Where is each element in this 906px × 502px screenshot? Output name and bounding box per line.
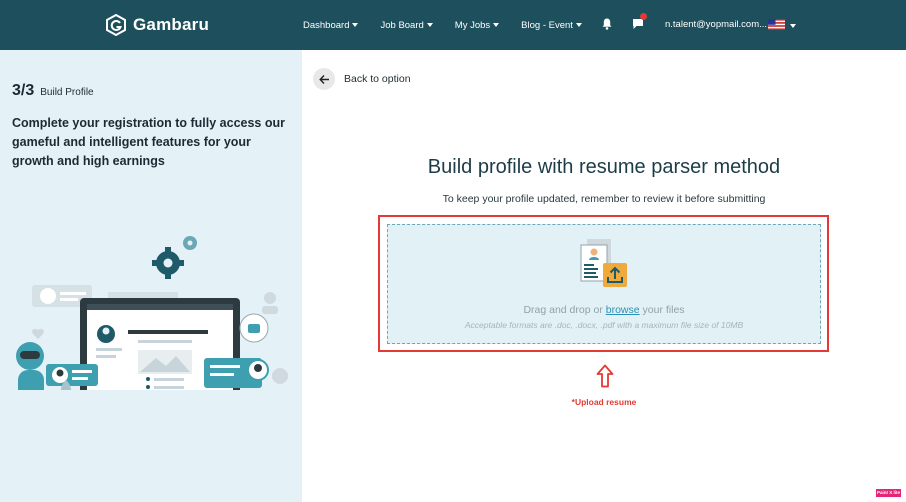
dropzone-text-before: Drag and drop or (523, 304, 606, 316)
step-label: Build Profile (40, 87, 94, 98)
notifications-button[interactable] (602, 17, 612, 35)
back-label: Back to option (344, 73, 411, 85)
nav-dashboard[interactable]: Dashboard (303, 19, 359, 31)
step-number: 3/3 (12, 82, 35, 99)
resume-dropzone[interactable]: Drag and drop or browse your files Accep… (387, 224, 821, 344)
corner-badge: Paint X lite (876, 489, 901, 497)
nav-blog-event-label: Blog - Event (521, 19, 573, 31)
language-caret-icon[interactable] (790, 24, 796, 28)
intro-text: Complete your registration to fully acce… (12, 116, 285, 168)
nav-blog-event[interactable]: Blog - Event (521, 20, 582, 31)
dropzone-text-after: your files (639, 304, 685, 316)
top-navbar: Gambaru Dashboard Job Board My Jobs Blog… (0, 0, 906, 50)
caret-down-icon (352, 23, 359, 27)
bell-icon (602, 18, 612, 30)
back-to-option-button[interactable]: Back to option (313, 68, 411, 90)
up-arrow-annotation-icon (596, 364, 614, 388)
step-indicator: 3/3 Build Profile (12, 82, 94, 100)
us-flag-icon[interactable] (768, 19, 785, 30)
messages-button[interactable] (632, 13, 647, 35)
nav-job-board[interactable]: Job Board (380, 19, 433, 31)
page-title: Build profile with resume parser method (427, 156, 781, 178)
profile-illustration-icon (16, 236, 288, 390)
nav-dashboard-label: Dashboard (303, 19, 350, 31)
nav-my-jobs-label: My Jobs (454, 19, 491, 31)
resume-upload-icon (580, 239, 627, 287)
brand-logo[interactable]: Gambaru (105, 13, 209, 37)
user-email[interactable]: n.talent@yopmail.com... (665, 19, 767, 30)
page-subtitle: To keep your profile updated, remember t… (442, 193, 766, 205)
caret-down-icon (493, 23, 500, 27)
left-panel: 3/3 Build Profile Complete your registra… (0, 50, 302, 502)
caret-down-icon (426, 23, 433, 27)
message-badge (640, 13, 647, 20)
nav-my-jobs[interactable]: My Jobs (454, 19, 500, 31)
upload-resume-note: *Upload resume (571, 397, 637, 407)
dropzone-text: Drag and drop or browse your files (388, 304, 820, 316)
nav-job-board-label: Job Board (380, 19, 424, 31)
brand-name: Gambaru (133, 15, 210, 34)
caret-down-icon (575, 23, 582, 27)
main-nav: Dashboard Job Board My Jobs Blog - Event (303, 0, 604, 50)
back-arrow-icon (313, 68, 335, 90)
browse-link[interactable]: browse (606, 304, 640, 316)
gambaru-logo-icon (106, 14, 126, 36)
dropzone-format-hint: Acceptable formats are .doc, .docx, .pdf… (464, 320, 744, 330)
